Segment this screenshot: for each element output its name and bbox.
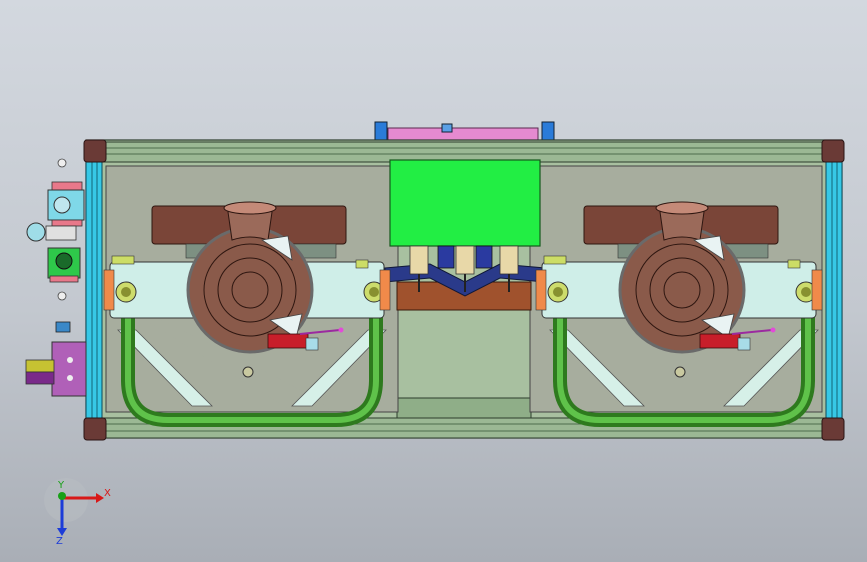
red-valve: [267, 333, 309, 349]
model-view[interactable]: X Y Z: [0, 0, 867, 562]
right-blue-mount: [541, 121, 555, 143]
corner-block-bottom-right: [821, 417, 845, 441]
coordinate-triad[interactable]: X Y Z: [44, 478, 111, 547]
cad-viewport[interactable]: X Y Z: [0, 0, 867, 562]
y-axis-label: Y: [57, 480, 65, 491]
corner-block-bottom-left: [83, 417, 107, 441]
x-axis-label: X: [104, 488, 111, 499]
corner-block-top-left: [83, 139, 107, 163]
left-blue-mount: [374, 121, 388, 143]
center-bolt: [441, 123, 453, 133]
right-cyan-post: [825, 157, 843, 423]
top-mount-plate: [374, 121, 555, 143]
left-side-fittings: [25, 158, 87, 397]
z-axis-label: Z: [56, 536, 63, 547]
control-box: [389, 159, 541, 247]
pressure-gauge: [26, 222, 46, 242]
frame-top-rail: [85, 141, 843, 163]
y-axis-dot: [58, 492, 66, 500]
center-bottom-rail: [396, 397, 532, 419]
purple-manifold: [51, 341, 87, 397]
center-manifold-assembly: [384, 159, 546, 311]
corner-block-top-right: [821, 139, 845, 163]
left-cyan-post: [85, 157, 103, 423]
